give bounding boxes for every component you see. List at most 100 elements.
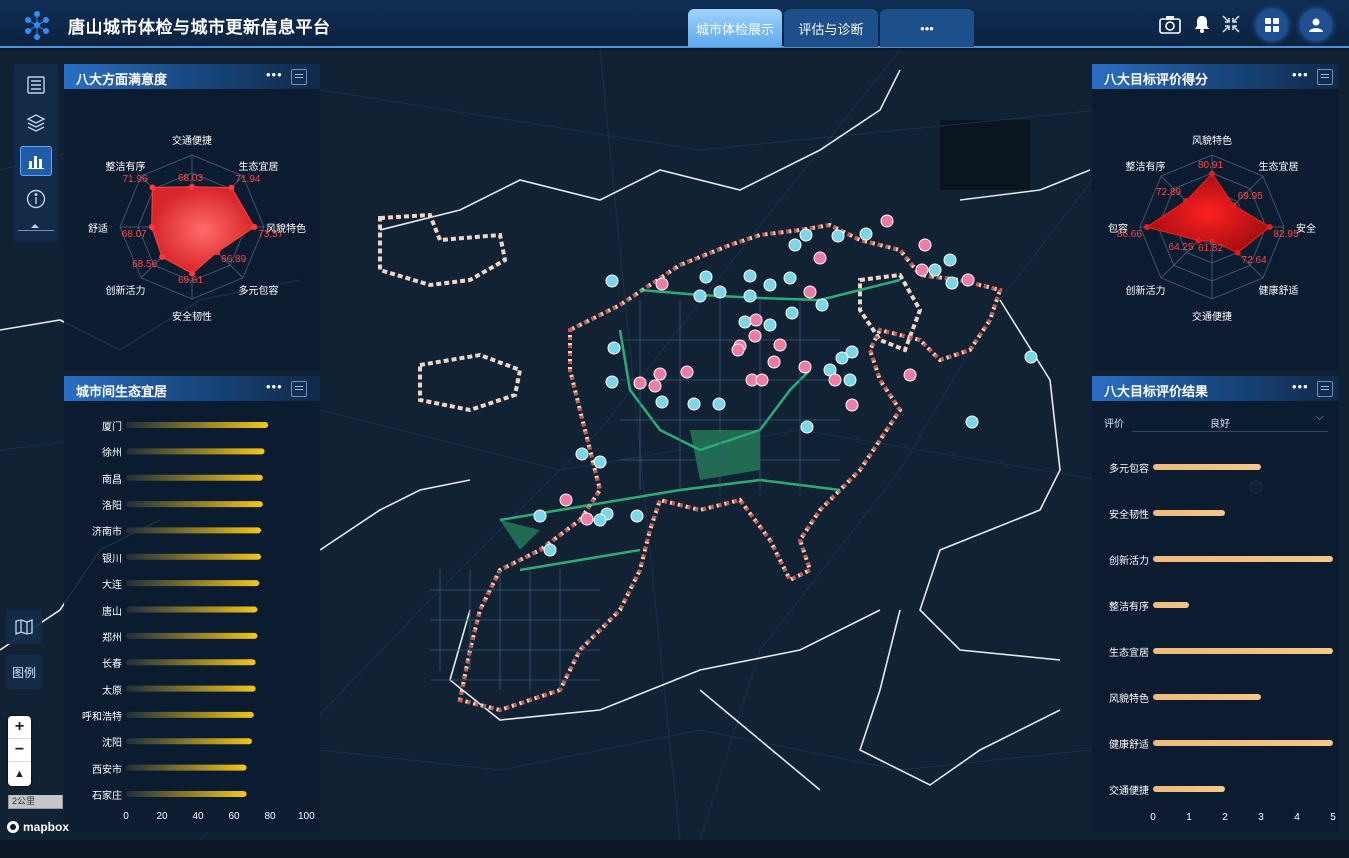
radar-value-label: 66.89	[221, 254, 247, 266]
radar-axis-label: 生态宜居	[238, 161, 279, 173]
bar	[1153, 556, 1333, 562]
radar-value-label: 71.96	[122, 173, 148, 185]
radar-point	[1230, 202, 1237, 209]
radar-value-label: 68.56	[132, 258, 158, 270]
app-title: 唐山城市体检与城市更新信息平台	[68, 18, 331, 37]
bar-category-label: 整洁有序	[1109, 602, 1149, 613]
radar-value-label: 64.25	[1168, 242, 1194, 254]
radar-axis-label: 交通便捷	[172, 136, 212, 147]
ecology-panel: 城市间生态宜居 ••• 厦门 徐州 南昌 洛阳 济南市 银川 大连 唐山 郑州 长春 太原 呼和浩特沈…	[64, 376, 320, 832]
radar-axis-label: 健康舒适	[1258, 286, 1299, 298]
tab-more[interactable]: •••	[880, 9, 974, 47]
radar-point	[148, 224, 155, 230]
radar-point	[1234, 249, 1241, 256]
bar-category-label: 石家庄	[92, 791, 122, 802]
x-axis-tick-label: 5	[1330, 812, 1336, 823]
radar-point	[251, 224, 258, 230]
radar-point	[159, 253, 166, 260]
x-axis-tick-label: 20	[156, 811, 168, 822]
compass-icon[interactable]: ▲	[8, 762, 31, 785]
radar-value-label: 72.89	[1155, 186, 1181, 198]
zoom-out-button[interactable]: −	[8, 739, 31, 762]
radar-point	[1209, 170, 1215, 177]
list-icon[interactable]	[20, 70, 52, 100]
bar-category-label: 厦门	[102, 422, 122, 433]
bar-category-label: 交通便捷	[1109, 786, 1149, 797]
radar-value-label: 72.64	[1241, 254, 1267, 266]
radar-axis-label: 交通便捷	[1192, 312, 1232, 323]
bar-category-label: 健康舒适	[1109, 740, 1149, 751]
radar-point	[214, 249, 221, 256]
radar-axis-label: 整洁有序	[1125, 161, 1166, 173]
radar-value-label: 71.94	[235, 173, 261, 185]
bar-category-label: 太原	[102, 685, 122, 697]
chart-icon[interactable]	[20, 146, 52, 176]
x-axis-tick-label: 40	[192, 811, 204, 822]
radar-value-label: 86.66	[1116, 229, 1142, 240]
radar-axis-label: 创新活力	[1125, 286, 1166, 298]
dashboard-icon[interactable]	[1256, 9, 1288, 41]
network-logo-icon	[25, 11, 49, 40]
tab-evaluation[interactable]: 评估与诊断	[784, 9, 878, 47]
bar	[126, 791, 247, 797]
info-icon[interactable]	[20, 184, 52, 214]
x-axis-tick-label: 0	[123, 811, 129, 822]
bell-icon[interactable]	[1190, 12, 1214, 36]
x-axis-tick-label: 80	[264, 811, 276, 822]
bar-category-label: 多元包容	[1109, 464, 1149, 475]
radar-value-label: 80.91	[1198, 159, 1224, 171]
radar-value-label: 69.95	[1237, 191, 1263, 203]
bar	[126, 606, 258, 613]
radar-point	[189, 183, 195, 190]
x-axis-tick-label: 3	[1258, 812, 1264, 823]
satisfaction-radar-chart	[119, 154, 265, 300]
bar	[126, 685, 256, 692]
radar-point	[228, 184, 235, 191]
chevron-up-icon[interactable]	[31, 224, 39, 228]
bar	[1153, 648, 1333, 654]
target-score-radar-chart	[1139, 154, 1285, 300]
radar-axis-label: 生态宜居	[1258, 161, 1299, 173]
radar-value-label: 68.07	[121, 229, 147, 240]
bar	[126, 711, 254, 718]
bar-category-label: 沈阳	[102, 738, 122, 750]
x-axis-tick-label: 1	[1186, 812, 1192, 823]
bar-category-label: 大连	[102, 580, 122, 592]
app-header: 唐山城市体检与城市更新信息平台 城市体检展示 评估与诊断 •••	[0, 0, 1349, 48]
legend-button[interactable]: 图例	[6, 655, 42, 689]
bar-category-label: 洛阳	[102, 501, 122, 513]
x-axis-tick-label: 0	[1150, 812, 1156, 823]
bar	[126, 448, 265, 455]
map-icon	[15, 619, 33, 635]
tab-city-checkup[interactable]: 城市体检展示	[688, 9, 782, 47]
mapbox-logo: mapbox	[6, 820, 69, 834]
bar-category-label: 唐山	[102, 606, 122, 618]
radar-value-label: 73.57	[258, 229, 284, 240]
x-axis-tick-label: 100	[298, 811, 315, 822]
bar	[1153, 694, 1261, 700]
bar	[1153, 740, 1333, 746]
radar-axis-label: 风貌特色	[1192, 136, 1232, 147]
bar	[1153, 510, 1225, 516]
bar	[1153, 602, 1189, 608]
bar-category-label: 银川	[102, 553, 122, 565]
bar-category-label: 郑州	[102, 632, 122, 644]
bar-category-label: 济南市	[92, 527, 122, 539]
radar-area	[1145, 172, 1271, 254]
bar-category-label: 呼和浩特	[82, 711, 122, 723]
collapse-icon[interactable]	[1219, 12, 1243, 36]
user-avatar-icon[interactable]	[1300, 9, 1332, 41]
radar-value-label: 61.82	[1198, 243, 1224, 255]
radar-axis-label: 创新活力	[105, 286, 146, 298]
camera-icon[interactable]	[1158, 12, 1182, 36]
radar-point	[149, 184, 156, 191]
scale-bar: 2公里	[8, 795, 63, 809]
layers-icon[interactable]	[20, 108, 52, 138]
bar-category-label: 徐州	[102, 448, 122, 460]
zoom-in-button[interactable]: +	[8, 716, 31, 739]
radar-axis-label: 整洁有序	[105, 161, 146, 173]
bar-category-label: 风貌特色	[1109, 694, 1149, 705]
basemap-button[interactable]	[6, 610, 42, 644]
bar	[126, 764, 247, 771]
target-score-panel: 八大目标评价得分 ••• 风貌特色 80.91 生态宜居 69.95 安全 82.95 健康…	[1092, 64, 1339, 370]
